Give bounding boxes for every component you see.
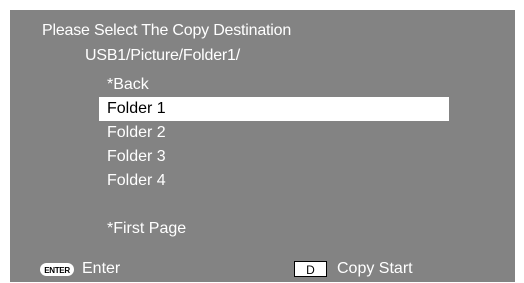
list-item-folder-2[interactable]: Folder 2 bbox=[99, 121, 449, 145]
list-item-folder-1[interactable]: Folder 1 bbox=[99, 97, 449, 121]
folder-list: *Back Folder 1 Folder 2 Folder 3 Folder … bbox=[99, 73, 449, 241]
list-item-folder-3[interactable]: Folder 3 bbox=[99, 145, 449, 169]
current-path: USB1/Picture/Folder1/ bbox=[85, 47, 240, 64]
copy-destination-screen: Please Select The Copy Destination USB1/… bbox=[10, 10, 515, 282]
list-spacer bbox=[99, 193, 449, 217]
list-item-back[interactable]: *Back bbox=[99, 73, 449, 97]
copy-start-label: Copy Start bbox=[337, 260, 413, 277]
enter-button-icon: ENTER bbox=[40, 262, 74, 276]
list-item-folder-4[interactable]: Folder 4 bbox=[99, 169, 449, 193]
d-key-icon: D bbox=[294, 261, 327, 277]
dialog-title: Please Select The Copy Destination bbox=[42, 22, 292, 39]
enter-hint: ENTER Enter bbox=[40, 259, 120, 279]
enter-label: Enter bbox=[82, 260, 121, 277]
copy-start-hint: D Copy Start bbox=[294, 259, 413, 279]
list-item-first-page[interactable]: *First Page bbox=[99, 217, 449, 241]
